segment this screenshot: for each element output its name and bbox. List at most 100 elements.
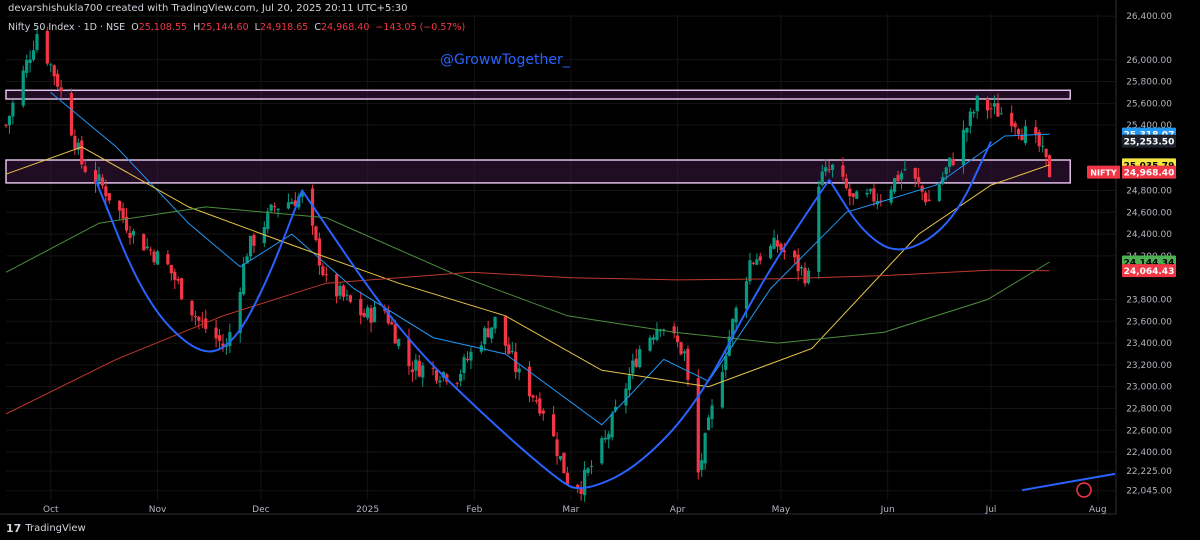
candle-body (335, 274, 339, 297)
candle-body (269, 204, 273, 211)
candle-body (610, 413, 614, 438)
candle-body (83, 166, 87, 172)
candle-body (459, 374, 463, 382)
candle-body (734, 307, 738, 323)
candle-body (913, 168, 917, 179)
candle-body (830, 164, 835, 170)
time-tick-label: May (772, 505, 791, 515)
candle-body (31, 50, 36, 60)
candle-body (372, 306, 377, 323)
candle-body (176, 278, 180, 281)
candle-body (844, 178, 848, 189)
candle-body (486, 328, 490, 338)
candle-body (390, 322, 394, 325)
candle-body (252, 234, 256, 246)
time-tick-label: Aug (1089, 505, 1107, 515)
candle-body (248, 236, 253, 257)
candle-body (989, 108, 993, 110)
candle-body (59, 87, 63, 92)
candle-body (21, 70, 25, 106)
candle-body (682, 351, 687, 354)
candle-body (744, 281, 749, 310)
time-tick-label: Oct (43, 505, 59, 515)
candle-body (462, 357, 466, 373)
price-tick-label: 25,800.00 (1126, 78, 1172, 88)
price-tick-label: 22,800.00 (1126, 404, 1172, 414)
candle-body (369, 308, 373, 323)
symbol-tag-text: NIFTY (1090, 169, 1117, 178)
candle-body (276, 208, 280, 211)
price-tick-label: 22,225.00 (1126, 467, 1172, 477)
candle-body (772, 237, 776, 249)
candle-body (397, 339, 401, 347)
candle-body (851, 193, 855, 197)
cup-pattern-line (1021, 472, 1116, 492)
candle-body (562, 452, 566, 474)
candle-body (49, 64, 53, 66)
candle-body (121, 208, 125, 219)
moving-average-ema_blue (50, 92, 1050, 426)
time-tick-label: 2025 (356, 505, 379, 515)
candle-body (348, 295, 353, 302)
cup-pattern-line (301, 179, 830, 490)
tradingview-logo[interactable]: 𝟭𝟳 TradingView (6, 522, 86, 535)
candle-body (583, 469, 587, 496)
candle-body (758, 256, 762, 261)
price-tick-label: 23,600.00 (1126, 317, 1172, 327)
candle-body (675, 335, 680, 343)
tradingview-logo-icon: 𝟭𝟳 (6, 522, 22, 535)
high-value: 25,144.60 (200, 22, 249, 33)
candle-body (197, 316, 201, 321)
candle-body (73, 135, 77, 149)
tradingview-logo-text: TradingView (25, 523, 86, 534)
price-chart[interactable]: 26,400.0026,000.0025,800.0025,600.0025,4… (0, 0, 1200, 540)
candle-body (131, 230, 136, 236)
candle-body (961, 129, 966, 166)
candle-body (465, 358, 470, 361)
price-tick-label: 24,400.00 (1126, 230, 1172, 240)
candle-body (824, 167, 828, 172)
candle-body (393, 324, 397, 344)
price-tick-label: 24,600.00 (1126, 208, 1172, 218)
candle-body (751, 262, 755, 264)
candle-body (166, 254, 170, 265)
candle-body (421, 365, 425, 378)
candle-body (555, 439, 559, 457)
candle-body (56, 73, 60, 87)
change-value: −143.05 (−0.57%) (375, 22, 466, 33)
candle-body (266, 211, 270, 230)
candle-body (1044, 148, 1048, 157)
candle-body (142, 233, 146, 251)
candle-body (820, 171, 824, 186)
candle-body (469, 351, 473, 361)
candle-body (1047, 155, 1052, 178)
candle-body (638, 349, 642, 368)
candle-body (917, 177, 921, 184)
time-tick-label: Apr (670, 505, 686, 515)
price-tick-label: 23,800.00 (1126, 295, 1172, 305)
candle-body (948, 157, 952, 167)
candle-body (155, 251, 160, 265)
candle-body (128, 232, 132, 238)
candle-body (107, 193, 111, 201)
candle-body (855, 191, 859, 199)
candle-body (968, 111, 972, 126)
candle-body (996, 103, 1000, 117)
candle-body (868, 189, 873, 192)
candle-body (700, 460, 704, 470)
candle-body (200, 320, 204, 322)
candle-body (651, 337, 656, 340)
candle-body (214, 327, 218, 339)
candle-body (510, 351, 514, 353)
candle-body (627, 375, 631, 390)
resistance-zone (5, 159, 1071, 184)
open-label: O (131, 22, 139, 33)
candle-body (992, 103, 997, 107)
price-tick-label: 22,400.00 (1126, 448, 1172, 458)
candle-body (589, 465, 594, 467)
candle-body (793, 250, 797, 258)
candle-body (152, 251, 156, 263)
candle-body (999, 113, 1003, 115)
open-value: 25,108.55 (138, 22, 188, 33)
candle-body (324, 274, 328, 276)
